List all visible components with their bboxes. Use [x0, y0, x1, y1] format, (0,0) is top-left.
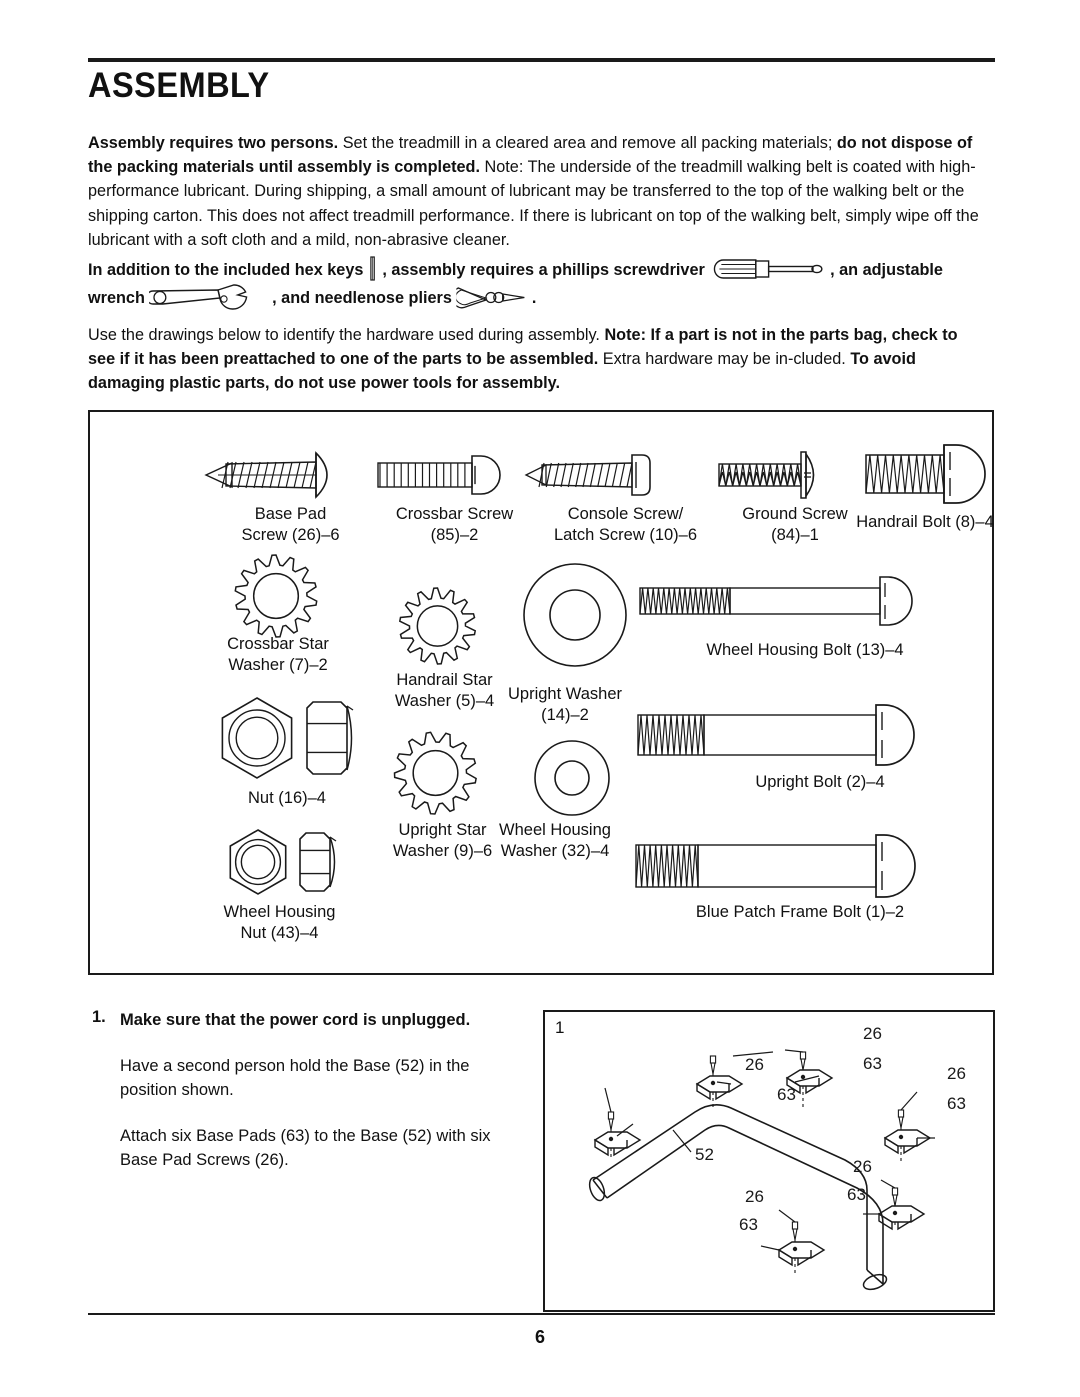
- wheel-housing-washer-drawing: [534, 740, 610, 816]
- step-lead-text: Make sure that the power cord is unplugg…: [120, 1011, 471, 1029]
- base-pad-block: [777, 1241, 826, 1267]
- hardware-part-handrail-star-washer: [380, 582, 495, 670]
- base-pad-screw-icon: [897, 1109, 905, 1129]
- diagram-callout: 63: [739, 1215, 758, 1234]
- hardware-label-base-pad-screw: Base Pad Screw (26)–6: [198, 504, 383, 546]
- upright-bolt-drawing: [637, 704, 915, 766]
- hardware-label-wheel-housing-nut: Wheel Housing Nut (43)–4: [202, 902, 357, 944]
- diagram-callout: 63: [847, 1185, 866, 1204]
- diagram-callout: 26: [745, 1187, 764, 1206]
- hardware-part-nut: [215, 692, 355, 784]
- hex-key-icon: [370, 256, 376, 281]
- hardware-caption: Blue Patch Frame Bolt (1)–2: [695, 903, 905, 921]
- diagram-callout: 26: [745, 1055, 764, 1074]
- hardware-part-wheel-housing-washer: [522, 737, 622, 819]
- hardware-part-blue-patch-frame-bolt: [630, 830, 940, 902]
- header-rule: [88, 58, 995, 62]
- handrail-star-washer-drawing: [398, 587, 477, 665]
- diagram-callout: 63: [777, 1085, 796, 1104]
- hardware-caption: Upright Bolt (2)–4: [755, 773, 885, 791]
- handrail-bolt-drawing: [865, 444, 986, 504]
- diagram-callout: 52: [695, 1145, 714, 1164]
- base-pad-block: [695, 1075, 744, 1101]
- intro-paragraph: Assembly requires two persons. Set the t…: [88, 134, 979, 249]
- hardware-caption: Crossbar Star Washer (7)–2: [227, 635, 329, 674]
- base-pad-screw-icon: [799, 1051, 807, 1071]
- hardware-caption: Wheel Housing Bolt (13)–4: [706, 641, 904, 659]
- hardware-caption: Handrail Bolt (8)–4: [856, 513, 994, 531]
- diagram-callout: 63: [947, 1094, 966, 1113]
- hardware-part-crossbar-star-washer: [216, 552, 336, 640]
- diagram-callout: 26: [853, 1157, 872, 1176]
- hardware-caption: Upright Washer (14)–2: [507, 685, 622, 724]
- upright-washer-drawing: [523, 563, 627, 667]
- hardware-part-wheel-housing-nut: [222, 822, 347, 902]
- manual-page: ASSEMBLY Assembly requires two persons. …: [0, 0, 1080, 1397]
- hardware-part-wheel-housing-bolt: [630, 570, 940, 632]
- hardware-part-handrail-bolt: [852, 436, 1000, 512]
- upright-star-washer-drawing: [393, 731, 477, 815]
- base-pad-screw-icon: [891, 1187, 899, 1207]
- hardware-part-upright-star-washer: [378, 727, 493, 819]
- wheel-housing-nut-drawing: [229, 829, 337, 895]
- diagram-callout: 26: [863, 1024, 882, 1043]
- base-assembly-drawing: 26 26 63 63 26 63 52 26 63 26 63: [588, 1024, 966, 1291]
- hardware-label-wheel-housing-washer: Wheel Housing Washer (32)–4: [490, 820, 620, 862]
- hardware-label-crossbar-star-washer: Crossbar Star Washer (7)–2: [203, 634, 353, 676]
- step-number: 1.: [92, 1008, 106, 1026]
- wheel-housing-bolt-drawing: [639, 576, 913, 626]
- base-pad-screw-drawing: [204, 451, 328, 499]
- base-pad-screw-icon: [607, 1111, 615, 1131]
- hardware-label-blue-patch-frame-bolt: Blue Patch Frame Bolt (1)–2: [630, 902, 970, 923]
- step-instructions: Make sure that the power cord is unplugg…: [120, 1008, 510, 1194]
- tools-paragraph: In addition to the included hex keys , a…: [88, 256, 982, 312]
- page-title: ASSEMBLY: [88, 66, 270, 105]
- hardware-part-base-pad-screw: [198, 440, 353, 510]
- crossbar-star-washer-drawing: [234, 554, 318, 638]
- blue-patch-frame-bolt-drawing: [635, 834, 916, 898]
- screwdriver-icon: [713, 259, 823, 279]
- hardware-caption: Wheel Housing Washer (32)–4: [499, 821, 611, 860]
- nut-drawing: [221, 697, 354, 779]
- hardware-part-upright-bolt: [630, 700, 940, 770]
- crossbar-screw-drawing: [377, 455, 501, 495]
- hardware-identification-box: Base Pad Screw (26)–6 Crossbar Screw (85…: [88, 410, 994, 975]
- step-body-1: Have a second person hold the Base (52) …: [120, 1057, 470, 1099]
- hardware-label-wheel-housing-bolt: Wheel Housing Bolt (13)–4: [635, 640, 975, 661]
- diagram-callout: 63: [863, 1054, 882, 1073]
- hardware-caption: Nut (16)–4: [248, 789, 326, 807]
- hardware-part-upright-washer: [515, 560, 635, 670]
- hardware-part-crossbar-screw: [362, 440, 517, 510]
- hardware-label-upright-bolt: Upright Bolt (2)–4: [650, 772, 990, 793]
- hardware-label-handrail-bolt: Handrail Bolt (8)–4: [836, 512, 1014, 533]
- diagram-step-label: 1: [555, 1018, 565, 1037]
- hardware-caption: Console Screw/ Latch Screw (10)–6: [553, 505, 698, 544]
- hardware-note-paragraph: Use the drawings below to identify the h…: [88, 326, 958, 393]
- page-number: 6: [534, 1327, 545, 1347]
- hardware-label-console-screw-latch-screw: Console Screw/ Latch Screw (10)–6: [518, 504, 733, 546]
- step-body-2: Attach six Base Pads (63) to the Base (5…: [120, 1127, 491, 1169]
- base-pad-screw-icon: [791, 1221, 799, 1241]
- needlenose-pliers-icon: [456, 287, 525, 309]
- adjustable-wrench-icon: [149, 284, 248, 310]
- assembly-diagram-box: 1 26 26 63 63 26 63 52 26 63 26 63: [543, 1010, 995, 1312]
- diagram-callout: 26: [947, 1064, 966, 1083]
- ground-screw-drawing: [718, 451, 815, 499]
- base-pad-block: [877, 1205, 926, 1231]
- base-pad-screw-icon: [709, 1055, 717, 1075]
- hardware-part-ground-screw: [705, 440, 855, 510]
- hardware-label-nut: Nut (16)–4: [202, 788, 372, 809]
- hardware-part-console-screw-latch-screw: [520, 440, 705, 510]
- base-pad-block: [883, 1129, 932, 1155]
- hardware-caption: Wheel Housing Nut (43)–4: [223, 903, 336, 942]
- hardware-label-upright-washer: Upright Washer (14)–2: [490, 684, 640, 726]
- console-screw-drawing: [524, 454, 651, 496]
- hardware-caption: Base Pad Screw (26)–6: [241, 505, 340, 544]
- footer-rule: [88, 1313, 995, 1315]
